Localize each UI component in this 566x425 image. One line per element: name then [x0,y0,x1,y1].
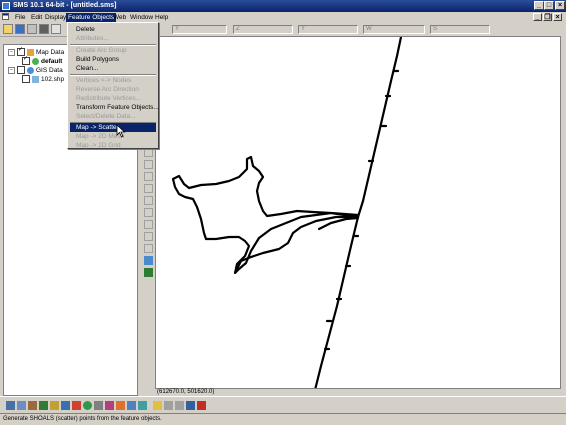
zoom-tool-icon[interactable] [144,160,153,169]
channel-arc [249,215,360,259]
menu-map-to-2d-mesh[interactable]: Map -> 2D Mesh [70,132,156,141]
w-coordinate-field[interactable]: W [363,25,425,34]
z-coordinate-field[interactable]: Z [233,25,293,34]
raster-module-icon[interactable] [94,401,103,410]
s-coordinate-field[interactable]: S [430,25,490,34]
title-bar: SMS 10.1 64-bit - [untitled.sms] _ □ × [0,0,566,12]
quadtree-module-icon[interactable] [83,401,92,410]
mdi-close-icon[interactable]: × [553,13,562,21]
sms-app-icon [2,2,10,10]
graphics-window[interactable] [155,36,561,389]
get-info-icon[interactable] [51,24,61,34]
tree-item-gis-data[interactable]: − GIS Data [8,66,63,75]
maximize-icon[interactable]: □ [544,1,554,10]
channel-arc-2 [235,255,253,271]
close-icon[interactable]: × [555,1,565,10]
annotation-module-icon[interactable] [105,401,114,410]
menu-window[interactable]: Window [128,13,155,22]
menu-help[interactable]: Help [153,13,170,22]
dataset-module-icon[interactable] [127,401,136,410]
mesh-module-icon[interactable] [6,401,15,410]
status-bar: Generate SHOALS (scatter) points from th… [0,413,566,424]
undo-icon[interactable] [164,401,173,410]
redo-icon[interactable] [175,401,184,410]
collapse-icon[interactable]: − [8,66,15,74]
y-coordinate-field[interactable]: Y [172,25,227,34]
minimize-icon[interactable]: _ [534,1,544,10]
delete-icon[interactable] [39,24,49,34]
mdi-doc-icon[interactable] [0,13,11,22]
menu-delete[interactable]: Delete [70,25,156,34]
checkbox-icon[interactable] [17,66,25,75]
menu-redistribute-vertices[interactable]: Redistribute Vertices... [70,94,156,103]
print-icon[interactable] [27,24,37,34]
cartesian-module-icon[interactable] [72,401,81,410]
tree-item-map-data[interactable]: −Map Data [8,46,64,57]
menu-build-polygons[interactable]: Build Polygons [70,55,156,64]
menu-create-arc-group[interactable]: Create Arc Group [70,46,156,55]
menu-file[interactable]: File [13,13,27,22]
particle-module-icon[interactable] [61,401,70,410]
gis-module-icon[interactable] [50,401,59,410]
menu-web[interactable]: Web [111,13,128,22]
lightbulb-icon[interactable] [153,401,162,410]
checkbox-icon[interactable] [22,75,30,84]
bay-outline [171,155,360,275]
select-node-icon[interactable] [144,208,153,217]
collapse-icon[interactable]: − [8,48,15,56]
ugrid-module-icon[interactable] [116,401,125,410]
model-icon[interactable] [144,268,153,277]
create-arc-icon[interactable] [144,220,153,229]
select-arc-icon[interactable] [144,232,153,241]
menu-select-delete-data[interactable]: Select/Delete Data... [70,112,156,121]
menu-vertices-nodes[interactable]: Vertices <-> Nodes [70,76,156,85]
grid-module-icon[interactable] [17,401,26,410]
window-title: SMS 10.1 64-bit - [untitled.sms] [13,2,117,9]
pan-tool-icon[interactable] [144,172,153,181]
map-tools-icon[interactable] [138,401,147,410]
scatter-module-icon[interactable] [28,401,37,410]
coverage-icon [32,57,39,65]
frame-tool-icon[interactable] [144,196,153,205]
tree-item-shapefile[interactable]: 102.shp [22,75,64,84]
cursor-coordinates: (612670.0, 501620.0) [155,389,561,396]
rotate-tool-icon[interactable] [144,184,153,193]
feature-arcs-drawing [171,37,403,388]
mdi-restore-icon[interactable]: ❐ [543,13,552,21]
map-module-icon[interactable] [39,401,48,410]
mdi-minimize-icon[interactable]: _ [533,13,542,21]
tree-item-default-coverage[interactable]: default [22,55,62,66]
mouse-cursor-icon [116,124,126,138]
menu-edit[interactable]: Edit [29,13,44,22]
module-icon[interactable] [144,256,153,265]
map-data-folder-icon [27,48,34,56]
menu-display[interactable]: Display [43,13,68,22]
menu-feature-objects[interactable]: Feature Objects [66,13,117,22]
menu-reverse-arc-direction[interactable]: Reverse Arc Direction [70,85,156,94]
checkbox-icon[interactable] [22,55,30,66]
module-toolbar [0,396,566,414]
frame-icon[interactable] [186,401,195,410]
menu-map-to-2d-grid[interactable]: Map -> 2D Grid [70,141,156,150]
feature-objects-menu: Delete Attributes... Create Arc Group Bu… [67,22,159,149]
save-icon[interactable] [15,24,25,34]
gis-globe-icon [27,66,34,74]
menu-transform-feature-objects[interactable]: Transform Feature Objects... [70,103,159,112]
open-folder-icon[interactable] [3,24,13,34]
contour-icon[interactable] [197,401,206,410]
select-polygon-icon[interactable] [144,244,153,253]
menu-clean[interactable]: Clean... [70,64,156,73]
y2-coordinate-field[interactable]: Y [298,25,358,34]
menu-attributes[interactable]: Attributes... [70,34,156,43]
vertical-scrollbar[interactable] [561,36,566,389]
menu-map-to-scatter[interactable]: Map -> Scatter [70,123,156,132]
shapefile-icon [32,75,39,83]
